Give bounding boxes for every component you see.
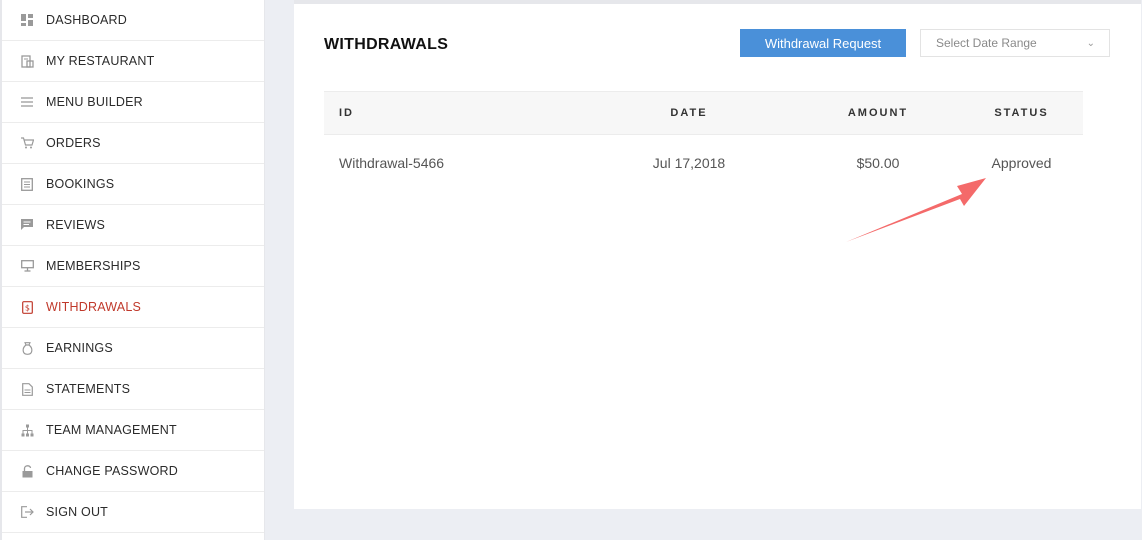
- withdrawals-icon: $: [20, 300, 34, 314]
- sidebar-item-my-restaurant[interactable]: MY RESTAURANT: [2, 41, 264, 82]
- menu-icon: [20, 95, 34, 109]
- date-range-placeholder: Select Date Range: [936, 36, 1037, 50]
- sidebar-item-label: REVIEWS: [46, 218, 106, 232]
- earnings-icon: [20, 341, 34, 355]
- sign-out-icon: [20, 505, 34, 519]
- sidebar-item-label: CHANGE PASSWORD: [46, 464, 178, 478]
- column-header-amount: AMOUNT: [847, 107, 909, 119]
- svg-text:$: $: [24, 303, 29, 312]
- sidebar: DASHBOARD MY RESTAURANT MENU BUILDER ORD…: [0, 0, 265, 540]
- sidebar-item-label: BOOKINGS: [46, 177, 115, 191]
- sidebar-item-earnings[interactable]: EARNINGS: [2, 328, 264, 369]
- page-title: WITHDRAWALS: [324, 36, 449, 53]
- cell-id: Withdrawal-5466: [339, 155, 445, 171]
- sidebar-item-bookings[interactable]: BOOKINGS: [2, 164, 264, 205]
- sidebar-item-label: SIGN OUT: [46, 505, 109, 519]
- sidebar-item-change-password[interactable]: CHANGE PASSWORD: [2, 451, 264, 492]
- restaurant-icon: [20, 54, 34, 68]
- sidebar-item-label: TEAM MANAGEMENT: [46, 423, 177, 437]
- withdrawal-request-button[interactable]: Withdrawal Request: [740, 29, 906, 57]
- chevron-down-icon: ⌄: [1086, 37, 1095, 49]
- main-panel: WITHDRAWALS Withdrawal Request Select Da…: [294, 0, 1141, 509]
- team-icon: [20, 423, 34, 437]
- column-header-date: DATE: [670, 107, 708, 119]
- annotation-arrow-icon: [846, 178, 986, 242]
- cart-icon: [20, 136, 34, 150]
- cell-status: Approved: [991, 155, 1052, 171]
- sidebar-item-team-management[interactable]: TEAM MANAGEMENT: [2, 410, 264, 451]
- sidebar-item-reviews[interactable]: REVIEWS: [2, 205, 264, 246]
- sidebar-item-label: STATEMENTS: [46, 382, 131, 396]
- dashboard-icon: [20, 13, 34, 27]
- table-header: ID DATE AMOUNT STATUS: [324, 91, 1083, 135]
- sidebar-item-label: MY RESTAURANT: [46, 54, 155, 68]
- sidebar-item-label: WITHDRAWALS: [46, 300, 142, 314]
- column-header-id: ID: [339, 107, 354, 119]
- sidebar-item-dashboard[interactable]: DASHBOARD: [2, 0, 264, 41]
- sidebar-item-statements[interactable]: STATEMENTS: [2, 369, 264, 410]
- sidebar-item-orders[interactable]: ORDERS: [2, 123, 264, 164]
- membership-icon: [20, 259, 34, 273]
- sidebar-item-menu-builder[interactable]: MENU BUILDER: [2, 82, 264, 123]
- statements-icon: [20, 382, 34, 396]
- sidebar-item-label: EARNINGS: [46, 341, 113, 355]
- date-range-select[interactable]: Select Date Range ⌄: [920, 29, 1110, 57]
- sidebar-item-label: MENU BUILDER: [46, 95, 143, 109]
- lock-icon: [20, 464, 34, 478]
- sidebar-item-label: DASHBOARD: [46, 13, 127, 27]
- sidebar-item-memberships[interactable]: MEMBERSHIPS: [2, 246, 264, 287]
- reviews-icon: [20, 218, 34, 232]
- bookings-icon: [20, 177, 34, 191]
- sidebar-item-sign-out[interactable]: SIGN OUT: [2, 492, 264, 533]
- sidebar-item-label: ORDERS: [46, 136, 101, 150]
- sidebar-item-withdrawals[interactable]: $ WITHDRAWALS: [2, 287, 264, 328]
- column-header-status: STATUS: [994, 107, 1049, 119]
- cell-date: Jul 17,2018: [652, 155, 726, 171]
- cell-amount: $50.00: [856, 155, 900, 171]
- sidebar-item-label: MEMBERSHIPS: [46, 259, 141, 273]
